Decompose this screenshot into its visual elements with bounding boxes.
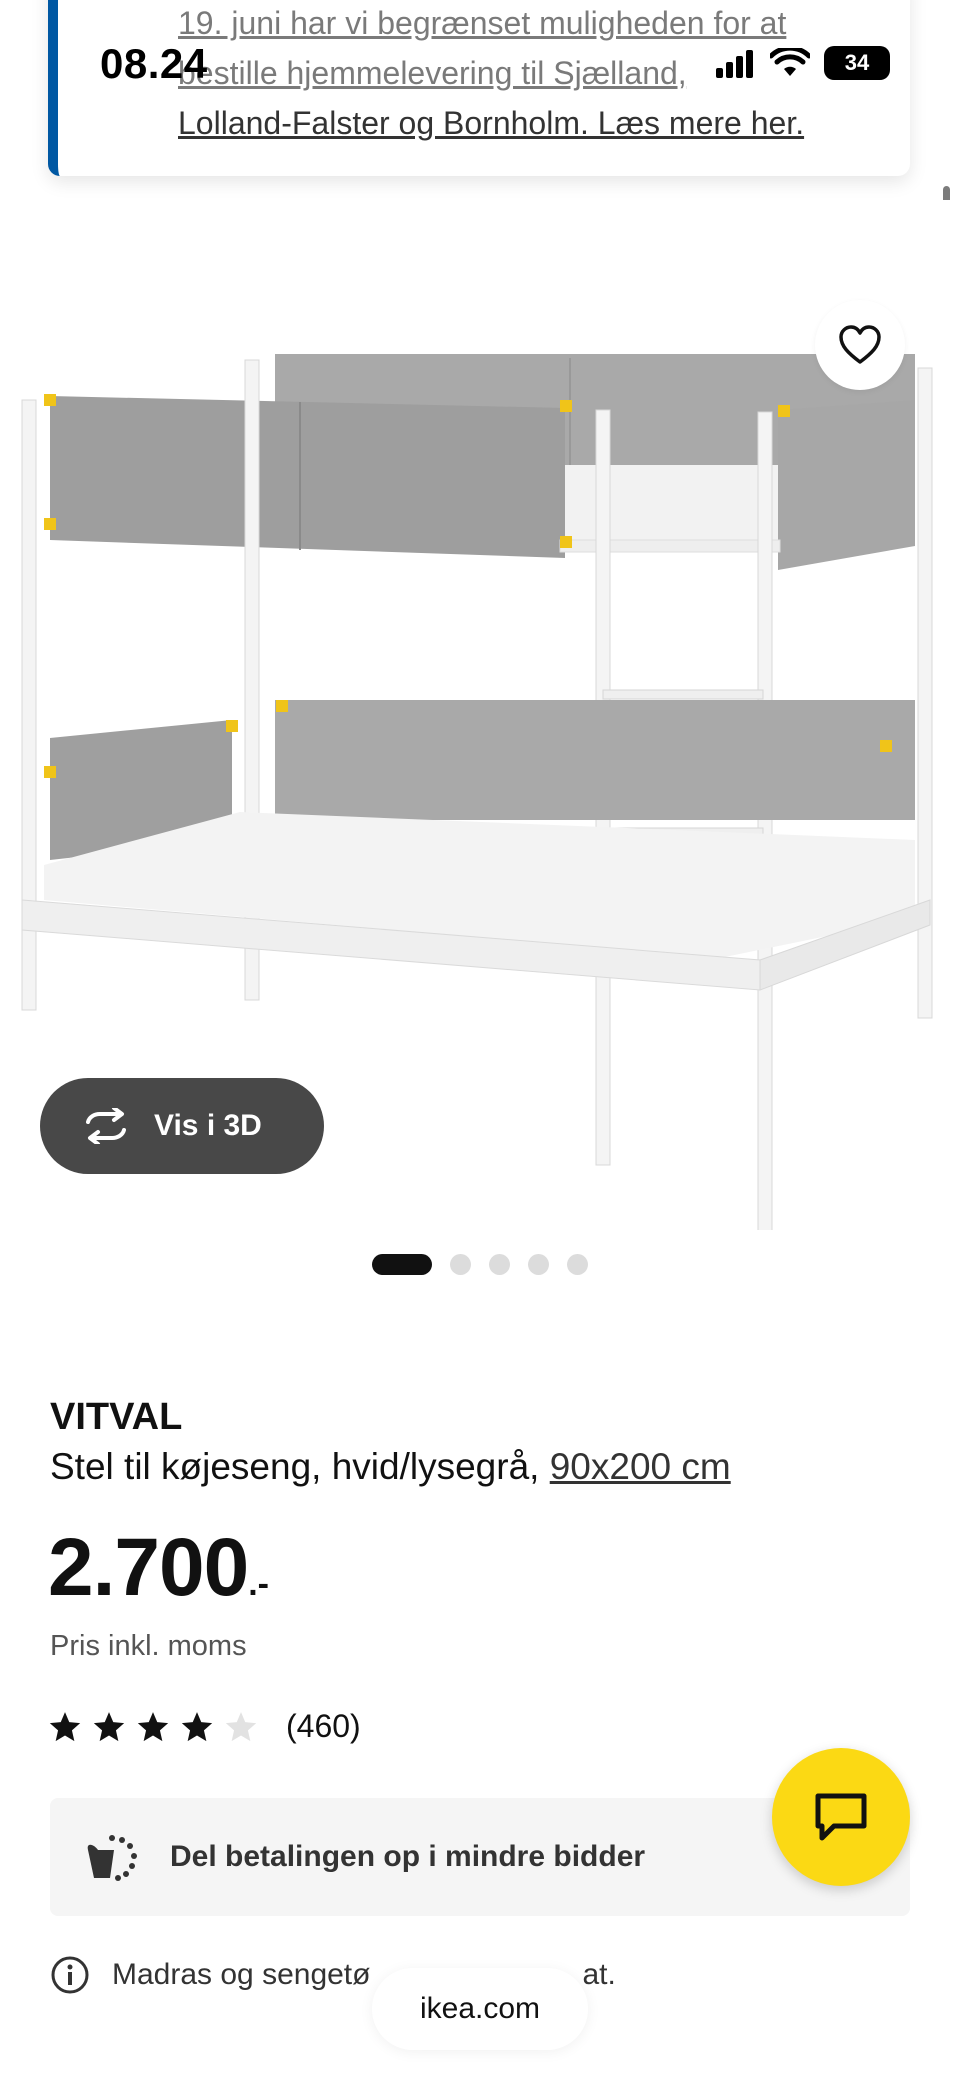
delivery-notice-text[interactable]: 19. juni har vi begrænset muligheden for… [178, 0, 910, 148]
star-empty-icon [225, 1711, 257, 1741]
star-filled-icon [137, 1711, 169, 1741]
carousel-dot-2[interactable] [450, 1254, 471, 1275]
price-amount: 2.700 [48, 1522, 249, 1613]
heart-icon [839, 325, 881, 364]
image-carousel-dots[interactable] [0, 1254, 960, 1275]
product-description-text: Stel til køjeseng, hvid/lysegrå, [50, 1446, 540, 1487]
rating-stars [48, 1710, 258, 1744]
product-brand: VITVAL [50, 1396, 183, 1438]
price-suffix: .- [248, 1565, 269, 1603]
star-filled-icon [49, 1711, 81, 1741]
browser-url-text: ikea.com [419, 1992, 541, 2025]
carousel-dot-3[interactable] [489, 1254, 510, 1275]
product-description: Stel til køjeseng, hvid/lysegrå, 90x200 … [50, 1446, 731, 1488]
star-filled-icon [93, 1711, 125, 1741]
browser-url-bar[interactable]: ikea.com [372, 1968, 588, 2050]
product-price: 2.700 .- [48, 1520, 269, 1616]
info-icon [51, 1956, 89, 1994]
carousel-dot-5[interactable] [567, 1254, 588, 1275]
carousel-dot-4[interactable] [528, 1254, 549, 1275]
vat-note: Pris inkl. moms [50, 1630, 247, 1662]
delivery-notice-banner[interactable]: 19. juni har vi begrænset muligheden for… [48, 0, 910, 176]
notice-line-3[interactable]: Lolland-Falster og Bornholm. Læs mere he… [178, 98, 910, 148]
info-note-text-start: Madras og sengetø [112, 1958, 371, 1991]
star-filled-icon [181, 1711, 213, 1741]
chat-bubble-icon [815, 1793, 867, 1841]
favorite-button[interactable] [815, 300, 905, 390]
product-size-link[interactable]: 90x200 cm [550, 1446, 731, 1487]
payment-split-icon [87, 1835, 137, 1881]
carousel-dot-1[interactable] [372, 1254, 432, 1275]
product-rating[interactable]: (460) [48, 1708, 361, 1745]
view-in-3d-button[interactable]: Vis i 3D [40, 1078, 324, 1174]
rating-count[interactable]: (460) [286, 1708, 361, 1745]
chat-button[interactable] [772, 1748, 910, 1886]
notice-line-2[interactable]: bestille hjemmelevering til Sjælland, [178, 48, 910, 98]
installment-label: Del betalingen op i mindre bidder [170, 1840, 646, 1873]
info-note-text-end: at. [582, 1958, 616, 1991]
view-in-3d-label: Vis i 3D [154, 1109, 262, 1142]
rotate-3d-icon [86, 1108, 126, 1144]
notice-line-1[interactable]: 19. juni har vi begrænset muligheden for… [178, 0, 910, 48]
